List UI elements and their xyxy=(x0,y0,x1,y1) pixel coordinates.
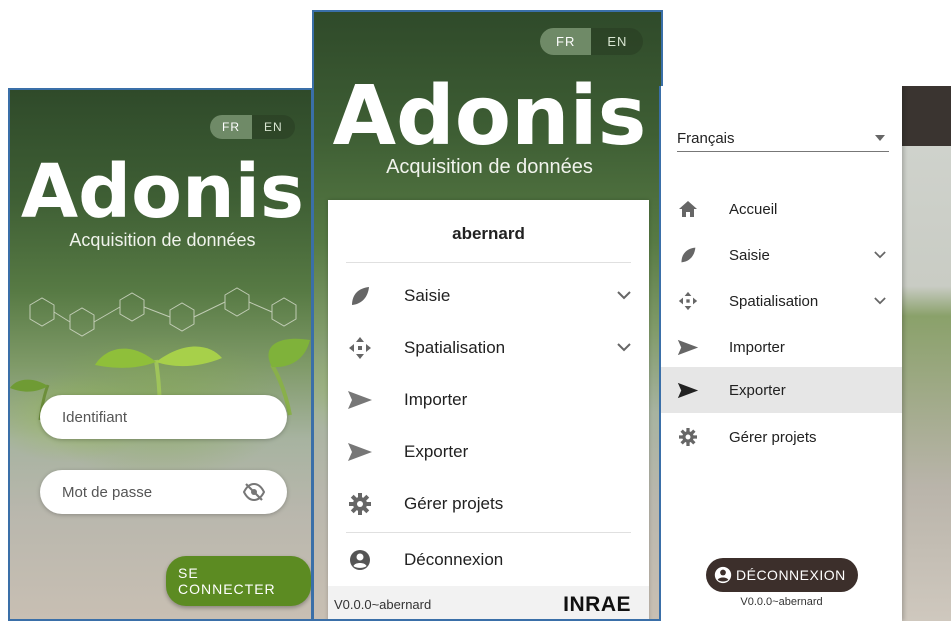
inrae-logo: INRAE xyxy=(563,592,631,616)
chevron-down-icon[interactable] xyxy=(617,287,631,305)
sidenav-menu: Français Accueil Saisie Spatialisation I… xyxy=(659,86,902,621)
lang-fr[interactable]: FR xyxy=(540,28,592,55)
lang-fr[interactable]: FR xyxy=(210,115,252,139)
drawer-footer: V0.0.0~abernard INRAE xyxy=(328,586,649,619)
language-toggle[interactable]: FR EN xyxy=(540,28,644,55)
sidenav-screen: Français Accueil Saisie Spatialisation I… xyxy=(659,86,951,621)
menu-item-label: Déconnexion xyxy=(404,550,504,569)
password-input[interactable]: Mot de passe xyxy=(40,470,287,514)
version-label: V0.0.0~abernard xyxy=(334,597,432,612)
account-circle-icon xyxy=(714,566,732,584)
menu-item-saisie[interactable]: Saisie xyxy=(328,270,649,322)
menu-item-deconnexion[interactable]: Déconnexion xyxy=(328,534,649,586)
send-icon xyxy=(346,440,374,464)
language-select-value: Français xyxy=(677,130,735,147)
username-placeholder: Identifiant xyxy=(62,408,128,426)
arrows-move-icon xyxy=(677,290,699,312)
account-circle-icon xyxy=(348,548,372,572)
menu-item-label: Gérer projets xyxy=(729,428,817,446)
chevron-down-icon[interactable] xyxy=(874,246,886,264)
logout-label: DÉCONNEXION xyxy=(736,567,846,583)
menu-item-label: Accueil xyxy=(729,200,778,218)
leaf-icon xyxy=(677,244,699,266)
menu-item-label: Spatialisation xyxy=(404,338,506,357)
logout-button[interactable]: DÉCONNEXION xyxy=(706,558,858,592)
menu-item-label: Spatialisation xyxy=(729,292,819,310)
menu-item-label: Gérer projets xyxy=(404,494,504,513)
drawer-screen: FR EN Adonis Acquisition de données aber… xyxy=(312,10,663,621)
home-icon xyxy=(677,198,699,220)
app-tagline: Acquisition de données xyxy=(386,156,593,178)
send-icon xyxy=(675,336,701,358)
app-tagline: Acquisition de données xyxy=(69,230,256,250)
menu-item-label: Saisie xyxy=(729,246,770,264)
login-screen: FR EN Adonis Acquisition de données Iden… xyxy=(8,88,313,621)
lang-en[interactable]: EN xyxy=(591,28,643,55)
menu-item-accueil[interactable]: Accueil xyxy=(661,186,902,232)
menu-item-importer[interactable]: Importer xyxy=(328,374,649,426)
connect-button[interactable]: SE CONNECTER xyxy=(166,556,311,606)
language-select[interactable]: Français xyxy=(677,124,889,152)
username-input[interactable]: Identifiant xyxy=(40,395,287,439)
divider xyxy=(346,532,631,533)
chevron-down-icon[interactable] xyxy=(874,292,886,310)
menu-item-saisie[interactable]: Saisie xyxy=(661,232,902,278)
eye-off-icon[interactable] xyxy=(243,483,265,501)
menu-item-exporter[interactable]: Exporter xyxy=(328,426,649,478)
arrows-move-icon xyxy=(348,336,372,360)
drawer-menu: abernard Saisie Spatialisation Importer … xyxy=(328,200,649,619)
send-icon xyxy=(346,388,374,412)
send-icon xyxy=(675,379,701,401)
menu-item-label: Exporter xyxy=(729,381,786,399)
version-label: V0.0.0~abernard xyxy=(740,596,823,608)
menu-item-label: Exporter xyxy=(404,442,469,461)
app-background xyxy=(901,86,951,621)
menu-item-gerer-projets[interactable]: Gérer projets xyxy=(661,414,902,460)
leaf-icon xyxy=(348,284,372,308)
app-logo: Adonis xyxy=(20,149,305,235)
menu-item-spatialisation[interactable]: Spatialisation xyxy=(661,278,902,324)
app-logo: Adonis xyxy=(332,69,647,164)
menu-item-label: Importer xyxy=(404,390,468,409)
menu-item-spatialisation[interactable]: Spatialisation xyxy=(328,322,649,374)
menu-item-label: Saisie xyxy=(404,286,451,305)
gear-icon xyxy=(348,492,372,516)
menu-item-exporter[interactable]: Exporter xyxy=(661,367,902,413)
menu-item-gerer-projets[interactable]: Gérer projets xyxy=(328,478,649,530)
divider xyxy=(346,262,631,263)
username-label: abernard xyxy=(452,224,525,243)
lang-en[interactable]: EN xyxy=(252,115,295,139)
menu-item-label: Importer xyxy=(729,338,785,356)
dropdown-arrow-icon[interactable] xyxy=(875,135,885,141)
gear-icon xyxy=(677,426,699,448)
menu-item-importer[interactable]: Importer xyxy=(661,324,902,370)
language-toggle[interactable]: FR EN xyxy=(210,115,295,139)
password-placeholder: Mot de passe xyxy=(62,483,153,501)
chevron-down-icon[interactable] xyxy=(617,339,631,357)
